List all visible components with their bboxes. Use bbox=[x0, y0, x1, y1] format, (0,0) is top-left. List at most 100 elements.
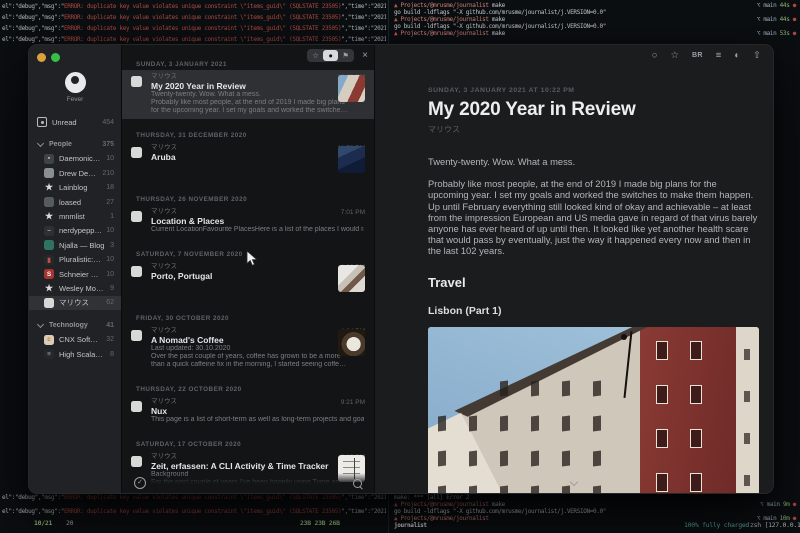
sidebar-item-label: Wesley Moore bbox=[59, 284, 106, 293]
item-preview-line: This page is a list of short-term as wel… bbox=[151, 416, 364, 424]
image-window bbox=[500, 485, 508, 493]
account-name: Fever bbox=[29, 96, 121, 103]
list-item[interactable]: マリウスA Nomad's CoffeeLast updated: 30.10.… bbox=[122, 324, 374, 373]
unread-count: 454 bbox=[102, 119, 114, 126]
sidebar-item-label: High Scalability bbox=[59, 350, 106, 359]
sidebar-item-high-scalability[interactable]: ≡High Scalability8 bbox=[29, 347, 121, 361]
terminal-line: ▲ Projects/@mrusme/journalist make⌥ main… bbox=[394, 501, 798, 508]
mouse-cursor bbox=[246, 250, 258, 267]
unread-count: 375 bbox=[102, 141, 114, 148]
read-toggle-icon[interactable]: ○ bbox=[652, 51, 658, 61]
chevron-down-icon[interactable] bbox=[570, 479, 578, 487]
search-icon[interactable] bbox=[353, 479, 362, 488]
appearance-icon[interactable]: ◐ bbox=[734, 51, 740, 61]
text-settings-icon[interactable]: ≡ bbox=[716, 51, 722, 61]
image-window bbox=[593, 485, 601, 493]
star-icon: ★ bbox=[44, 212, 54, 222]
unread-count: 210 bbox=[102, 170, 114, 177]
image-window bbox=[500, 380, 508, 396]
image-window bbox=[744, 475, 750, 486]
feed-favicon-icon: S bbox=[44, 269, 54, 279]
terminal-error-line: el":"debug","msg":"ERROR: duplicate key … bbox=[2, 14, 386, 21]
unread-count: 10 bbox=[106, 256, 114, 263]
filter-starred-icon[interactable]: ☆ bbox=[308, 50, 323, 61]
sidebar-item-drew-devault-s-blog[interactable]: Drew DeVault's blog 210 bbox=[29, 166, 121, 180]
image-window bbox=[438, 450, 446, 466]
item-preview-line: Current LocationFavourite PlacesHere is … bbox=[151, 226, 364, 234]
image-window bbox=[469, 485, 477, 493]
star-icon: ★ bbox=[44, 283, 54, 293]
image-window bbox=[531, 485, 539, 493]
terminal-line: ▲ Projects/@mrusme/journalist make⌥ main… bbox=[394, 2, 798, 9]
sidebar-item-technology[interactable]: Technology41 bbox=[29, 318, 121, 332]
sidebar-item-schneier-on-security[interactable]: SSchneier on Security10 bbox=[29, 267, 121, 281]
feed-favicon-icon: c bbox=[44, 335, 54, 345]
date-header: THURSDAY, 22 OCTOBER 2020 bbox=[136, 386, 374, 393]
filter-unread-icon[interactable]: ● bbox=[323, 50, 338, 61]
terminal-line: ▲ Projects/@mrusme/journalist make⌥ main… bbox=[394, 16, 798, 23]
image-window bbox=[531, 415, 539, 431]
battery-status: 100% fully charged bbox=[684, 521, 749, 529]
image-window bbox=[690, 473, 702, 492]
sidebar-item-label: People bbox=[49, 141, 98, 148]
mark-all-read-icon[interactable]: ✓ bbox=[134, 477, 146, 489]
minimize-button[interactable] bbox=[37, 53, 46, 62]
date-header: FRIDAY, 30 OCTOBER 2020 bbox=[136, 315, 374, 322]
fever-logo-icon bbox=[65, 72, 86, 93]
sidebar-item-label: loased bbox=[59, 198, 102, 207]
close-filter-icon[interactable]: × bbox=[362, 51, 368, 61]
sidebar-item-daemonic-dispatches[interactable]: ▪Daemonic Dispatches10 bbox=[29, 152, 121, 166]
item-thumbnail-coffee bbox=[338, 329, 365, 356]
unread-count: 18 bbox=[106, 184, 114, 191]
sidebar-item-label: Drew DeVault's blog bbox=[59, 169, 98, 178]
item-timestamp: 7:01 PM bbox=[341, 209, 365, 216]
chevron-down-icon bbox=[37, 140, 44, 147]
terminal-line: go build -ldflags "-X github.com/mrusme/… bbox=[394, 23, 798, 30]
star-icon: ★ bbox=[44, 183, 54, 193]
sidebar-item--[interactable]: マリウス62 bbox=[29, 296, 121, 310]
image-window bbox=[593, 415, 601, 431]
image-window bbox=[562, 380, 570, 396]
sidebar-item-njalla-blog[interactable]: Njalla — Blog3 bbox=[29, 238, 121, 252]
image-lamp-icon bbox=[623, 331, 631, 397]
item-thumbnail-porto bbox=[338, 265, 365, 292]
article-paragraph: Probably like most people, at the end of… bbox=[428, 178, 759, 256]
list-item[interactable]: マリウスLocation & PlacesCurrent LocationFav… bbox=[122, 205, 374, 238]
sidebar-item-people[interactable]: People 375 bbox=[29, 137, 121, 151]
date-header: SATURDAY, 17 OCTOBER 2020 bbox=[136, 441, 374, 448]
sidebar-item-label: Unread bbox=[52, 118, 98, 127]
item-title: Location & Places bbox=[151, 216, 364, 226]
article-toolbar: ○ ☆ BR ≡ ◐ ⇧ bbox=[652, 51, 761, 61]
item-preview-line: Twenty-twenty. Wow. What a mess. bbox=[151, 91, 364, 99]
zoom-button[interactable] bbox=[51, 53, 60, 62]
feed-favicon-icon bbox=[131, 266, 142, 277]
list-item[interactable]: マリウスAruba11:59 PM bbox=[122, 141, 374, 183]
article-pane: ○☆BR≡◐⇧ SUNDAY, 3 JANUARY 2021 AT 10:22 … bbox=[375, 45, 773, 493]
bionic-reading-icon[interactable]: BR bbox=[692, 51, 703, 61]
filter-flagged-icon[interactable]: ⚑ bbox=[338, 50, 353, 61]
reeder-window: Fever Unread 454 People 375 ▪Daemonic Dispat… bbox=[28, 44, 774, 494]
feed-favicon-icon bbox=[131, 330, 142, 341]
list-item[interactable]: マリウスMy 2020 Year in ReviewTwenty-twenty.… bbox=[122, 70, 374, 119]
share-icon[interactable]: ⇧ bbox=[753, 51, 761, 61]
article-paragraph: Twenty-twenty. Wow. What a mess. bbox=[428, 156, 759, 167]
sidebar-item-cnx-software-emb-[interactable]: cCNX Software – Emb…32 bbox=[29, 332, 121, 346]
feed-favicon-icon: ▪ bbox=[44, 154, 54, 164]
terminal-error-line: el":"debug","msg":"ERROR: duplicate key … bbox=[2, 494, 386, 501]
list-item[interactable]: マリウスNuxThis page is a list of short-term… bbox=[122, 395, 374, 428]
unread-count: 10 bbox=[106, 155, 114, 162]
feed-favicon-icon bbox=[44, 168, 54, 178]
shell-status: zsh [127.0.0.1] bbox=[750, 521, 800, 529]
sidebar-item-loased[interactable]: loased27 bbox=[29, 195, 121, 209]
feed-favicon-icon: – bbox=[44, 226, 54, 236]
sidebar-item-lainblog[interactable]: ★Lainblog18 bbox=[29, 181, 121, 195]
sidebar-item-pluralistic-daily-links-[interactable]: ▮Pluralistic: Daily links…10 bbox=[29, 253, 121, 267]
star-icon[interactable]: ☆ bbox=[670, 51, 679, 61]
item-title: Aruba bbox=[151, 152, 364, 162]
item-title: Nux bbox=[151, 406, 364, 416]
sidebar-item-nerdypepper-s-blog[interactable]: –nerdypepper's μblog10 bbox=[29, 224, 121, 238]
chevron-down-icon bbox=[37, 321, 44, 328]
sidebar-item-unread[interactable]: Unread 454 bbox=[29, 115, 121, 129]
sidebar-item-wesley-moore[interactable]: ★Wesley Moore9 bbox=[29, 281, 121, 295]
sidebar-item-mnmlist[interactable]: ★mnmlist1 bbox=[29, 209, 121, 223]
